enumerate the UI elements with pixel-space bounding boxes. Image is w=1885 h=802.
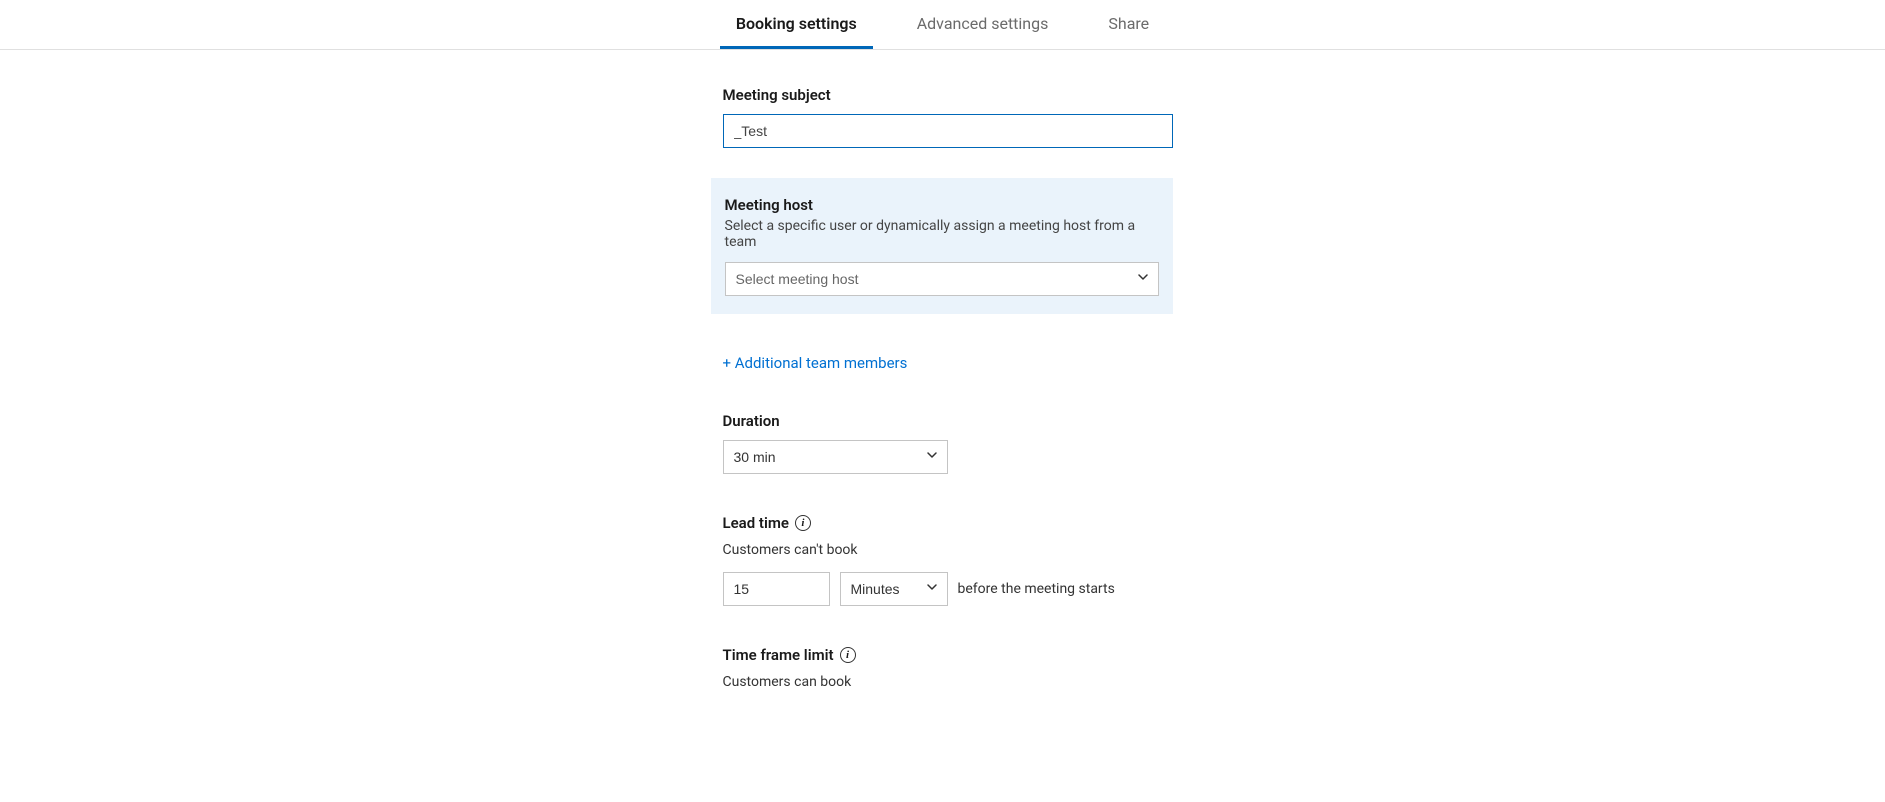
info-icon[interactable]: i	[795, 515, 811, 531]
tab-booking-settings[interactable]: Booking settings	[720, 0, 873, 49]
duration-label: Duration	[723, 412, 1173, 430]
lead-time-value-input[interactable]	[723, 572, 830, 606]
add-team-members-link[interactable]: + Additional team members	[723, 354, 908, 372]
meeting-host-select[interactable]: Select meeting host	[725, 262, 1159, 296]
time-frame-pretext: Customers can book	[723, 674, 1173, 690]
lead-time-section: Lead time i Customers can't book Minutes…	[723, 514, 1173, 606]
duration-section: Duration 30 min	[723, 412, 1173, 474]
lead-time-unit-select[interactable]: Minutes	[840, 572, 948, 606]
meeting-host-description: Select a specific user or dynamically as…	[725, 218, 1159, 250]
tab-advanced-settings[interactable]: Advanced settings	[901, 0, 1065, 49]
lead-time-unit-wrap: Minutes	[840, 572, 948, 606]
time-frame-label: Time frame limit i	[723, 646, 1173, 664]
meeting-host-section: Meeting host Select a specific user or d…	[711, 178, 1173, 314]
meeting-host-select-wrap: Select meeting host	[725, 262, 1159, 296]
lead-time-pretext: Customers can't book	[723, 542, 1173, 558]
info-icon[interactable]: i	[840, 647, 856, 663]
tab-share[interactable]: Share	[1092, 0, 1165, 49]
time-frame-label-text: Time frame limit	[723, 646, 834, 664]
duration-select[interactable]: 30 min	[723, 440, 948, 474]
meeting-subject-label: Meeting subject	[723, 86, 1173, 104]
settings-tabs: Booking settings Advanced settings Share	[0, 0, 1885, 50]
lead-time-posttext: before the meeting starts	[958, 581, 1115, 597]
form-content: Meeting subject Meeting host Select a sp…	[713, 50, 1173, 690]
time-frame-section: Time frame limit i Customers can book	[723, 646, 1173, 690]
lead-time-label-text: Lead time	[723, 514, 789, 532]
lead-time-label: Lead time i	[723, 514, 1173, 532]
duration-select-wrap: 30 min	[723, 440, 948, 474]
meeting-subject-section: Meeting subject	[723, 86, 1173, 148]
meeting-subject-input[interactable]	[723, 114, 1173, 148]
lead-time-row: Minutes before the meeting starts	[723, 572, 1173, 606]
meeting-host-label: Meeting host	[725, 196, 1159, 214]
